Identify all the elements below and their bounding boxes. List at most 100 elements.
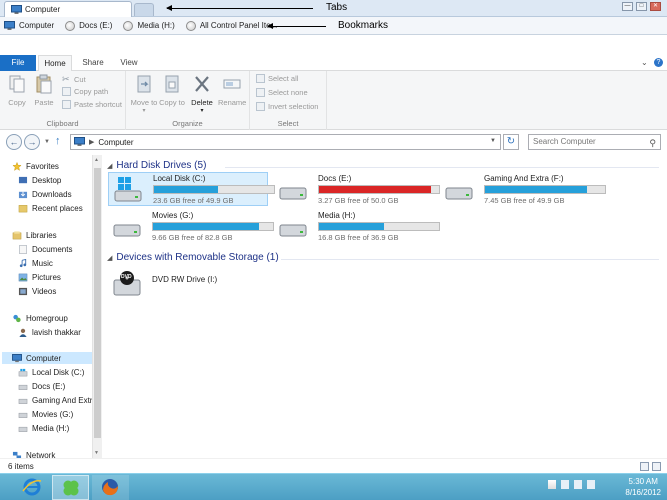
bookmark-computer[interactable]: Computer <box>4 20 54 31</box>
arrow-icon[interactable] <box>561 480 569 489</box>
flag-icon[interactable] <box>548 480 556 489</box>
tabs-annotation-arrow <box>166 5 313 11</box>
drive-movies-g[interactable]: Movies (G:) 9.66 GB free of 82.8 GB <box>108 210 274 244</box>
ribbon: Copy Paste ✂ Cut Copy path Paste shortcu… <box>0 71 667 130</box>
clock-date: 8/16/2012 <box>625 488 661 497</box>
bookmark-media[interactable]: Media (H:) <box>123 20 175 31</box>
nav-pictures[interactable]: Pictures <box>18 273 61 282</box>
nav-libraries[interactable]: Libraries <box>12 231 57 240</box>
desktop-icon <box>18 176 28 184</box>
details-view-icon[interactable] <box>640 462 649 471</box>
forward-button[interactable]: → <box>24 134 40 150</box>
nav-computer[interactable]: Computer <box>2 352 92 364</box>
taskbar-clock[interactable]: 5:30 AM 8/16/2012 <box>625 476 661 498</box>
tab-home[interactable]: Home <box>38 55 72 72</box>
nav-recent-places[interactable]: Recent places <box>18 204 83 213</box>
ribbon-expand-icon[interactable]: ⌄ <box>641 58 650 67</box>
copy-to-button[interactable]: Copy to <box>158 74 186 107</box>
drive-icon <box>18 384 28 390</box>
back-button[interactable]: ← <box>6 134 22 150</box>
taskbar-explorer[interactable] <box>52 475 89 500</box>
drive-local-disk-c[interactable]: Local Disk (C:) 23.6 GB free of 49.9 GB <box>108 172 275 206</box>
nav-documents[interactable]: Documents <box>18 245 72 254</box>
screen: Computer Tabs — □ ✕ Computer Docs (E:) M… <box>0 0 667 500</box>
drive-icon <box>123 20 134 31</box>
cut-button[interactable]: ✂ Cut <box>62 74 86 85</box>
nav-desktop[interactable]: Desktop <box>18 176 61 185</box>
up-button[interactable]: ↑ <box>55 135 61 147</box>
bookmarks-annotation: Bookmarks <box>338 20 389 31</box>
nav-favorites[interactable]: Favorites <box>12 162 59 171</box>
move-to-button[interactable]: Move to ▾ <box>130 74 158 114</box>
hard-disk-header[interactable]: ◢ Hard Disk Drives (5) <box>107 160 206 171</box>
cut-label: Cut <box>74 75 86 84</box>
nav-label: Music <box>32 259 53 268</box>
tab-share[interactable]: Share <box>76 55 110 71</box>
drive-media-h[interactable]: Media (H:) 16.8 GB free of 36.9 GB <box>274 210 440 244</box>
nav-label: Homegroup <box>26 314 68 323</box>
select-none-button[interactable]: Select none <box>256 88 308 97</box>
copy-path-button[interactable]: Copy path <box>62 87 108 96</box>
restore-button[interactable]: □ <box>636 2 647 11</box>
search-icon[interactable]: ⚲ <box>649 136 656 150</box>
copy-label: Copy <box>8 98 26 107</box>
ribbon-right-controls: ⌄ ? <box>641 58 663 67</box>
large-icons-view-icon[interactable] <box>652 462 661 471</box>
search-input[interactable]: Search Computer ⚲ <box>528 134 661 150</box>
rename-button[interactable]: Rename <box>218 74 246 107</box>
nav-label: Desktop <box>32 176 62 185</box>
scroll-down-icon[interactable]: ▼ <box>94 450 99 456</box>
refresh-button[interactable]: ↻ <box>503 134 519 150</box>
volume-icon[interactable] <box>587 480 595 489</box>
address-dropdown-icon[interactable]: ▼ <box>490 138 496 144</box>
organize-group-label: Organize <box>172 119 203 128</box>
nav-docs[interactable]: Docs (E:) <box>18 382 65 391</box>
delete-button[interactable]: Delete ▾ <box>188 74 216 114</box>
nav-user[interactable]: lavish thakkar <box>18 328 81 337</box>
recent-locations-dropdown-icon[interactable]: ▼ <box>44 139 50 145</box>
drive-gaming-f[interactable]: Gaming And Extra (F:) 7.45 GB free of 49… <box>440 173 606 207</box>
tab-file[interactable]: File <box>0 55 36 71</box>
nav-gaming[interactable]: Gaming And Extr <box>18 396 92 405</box>
new-tab-button[interactable] <box>134 3 154 16</box>
select-all-icon <box>256 74 265 83</box>
minimize-button[interactable]: — <box>622 2 633 11</box>
item-count: 6 items <box>8 462 34 471</box>
scroll-up-icon[interactable]: ▲ <box>94 157 99 163</box>
nav-music[interactable]: Music <box>18 259 53 268</box>
nav-downloads[interactable]: Downloads <box>18 190 72 199</box>
drive-usage-fill <box>319 186 431 193</box>
nav-local-disk[interactable]: Local Disk (C:) <box>18 368 84 377</box>
paste-button[interactable]: Paste <box>30 74 58 107</box>
paste-shortcut-button[interactable]: Paste shortcut <box>62 100 122 109</box>
drive-docs-e[interactable]: Docs (E:) 3.27 GB free of 50.0 GB <box>274 173 440 207</box>
scroll-thumb[interactable] <box>94 168 101 438</box>
network-tray-icon[interactable] <box>574 480 582 489</box>
taskbar-ie[interactable] <box>14 475 51 500</box>
nav-homegroup[interactable]: Homegroup <box>12 314 68 323</box>
nav-movies[interactable]: Movies (G:) <box>18 410 73 419</box>
bookmark-control-panel[interactable]: All Control Panel Ite... <box>185 20 277 31</box>
bookmark-docs[interactable]: Docs (E:) <box>65 20 112 31</box>
copy-button[interactable]: Copy <box>3 74 31 107</box>
removable-header[interactable]: ◢ Devices with Removable Storage (1) <box>107 252 279 263</box>
close-button[interactable]: ✕ <box>650 2 661 11</box>
nav-videos[interactable]: Videos <box>18 287 56 296</box>
nav-media[interactable]: Media (H:) <box>18 424 69 433</box>
address-row: ← → ▼ ↑ ▶ Computer ▼ ↻ Search Computer ⚲ <box>0 130 667 154</box>
help-icon[interactable]: ? <box>654 58 663 67</box>
taskbar-firefox[interactable] <box>92 475 129 500</box>
nav-scrollbar[interactable]: ▲ ▼ <box>92 155 102 458</box>
select-all-label: Select all <box>268 74 299 83</box>
drive-dvd-i[interactable]: DVD DVD RW Drive (I:) <box>108 267 268 301</box>
invert-selection-button[interactable]: Invert selection <box>256 102 318 111</box>
breadcrumb-computer[interactable]: Computer <box>98 138 133 147</box>
invert-selection-label: Invert selection <box>268 102 319 111</box>
computer-icon <box>4 20 15 30</box>
tab-view[interactable]: View <box>112 55 146 71</box>
select-all-button[interactable]: Select all <box>256 74 298 83</box>
tab-computer[interactable]: Computer <box>4 1 132 17</box>
breadcrumb-separator-icon[interactable]: ▶ <box>89 138 94 146</box>
window-controls: — □ ✕ <box>622 2 661 11</box>
address-bar[interactable]: ▶ Computer ▼ <box>70 134 501 150</box>
